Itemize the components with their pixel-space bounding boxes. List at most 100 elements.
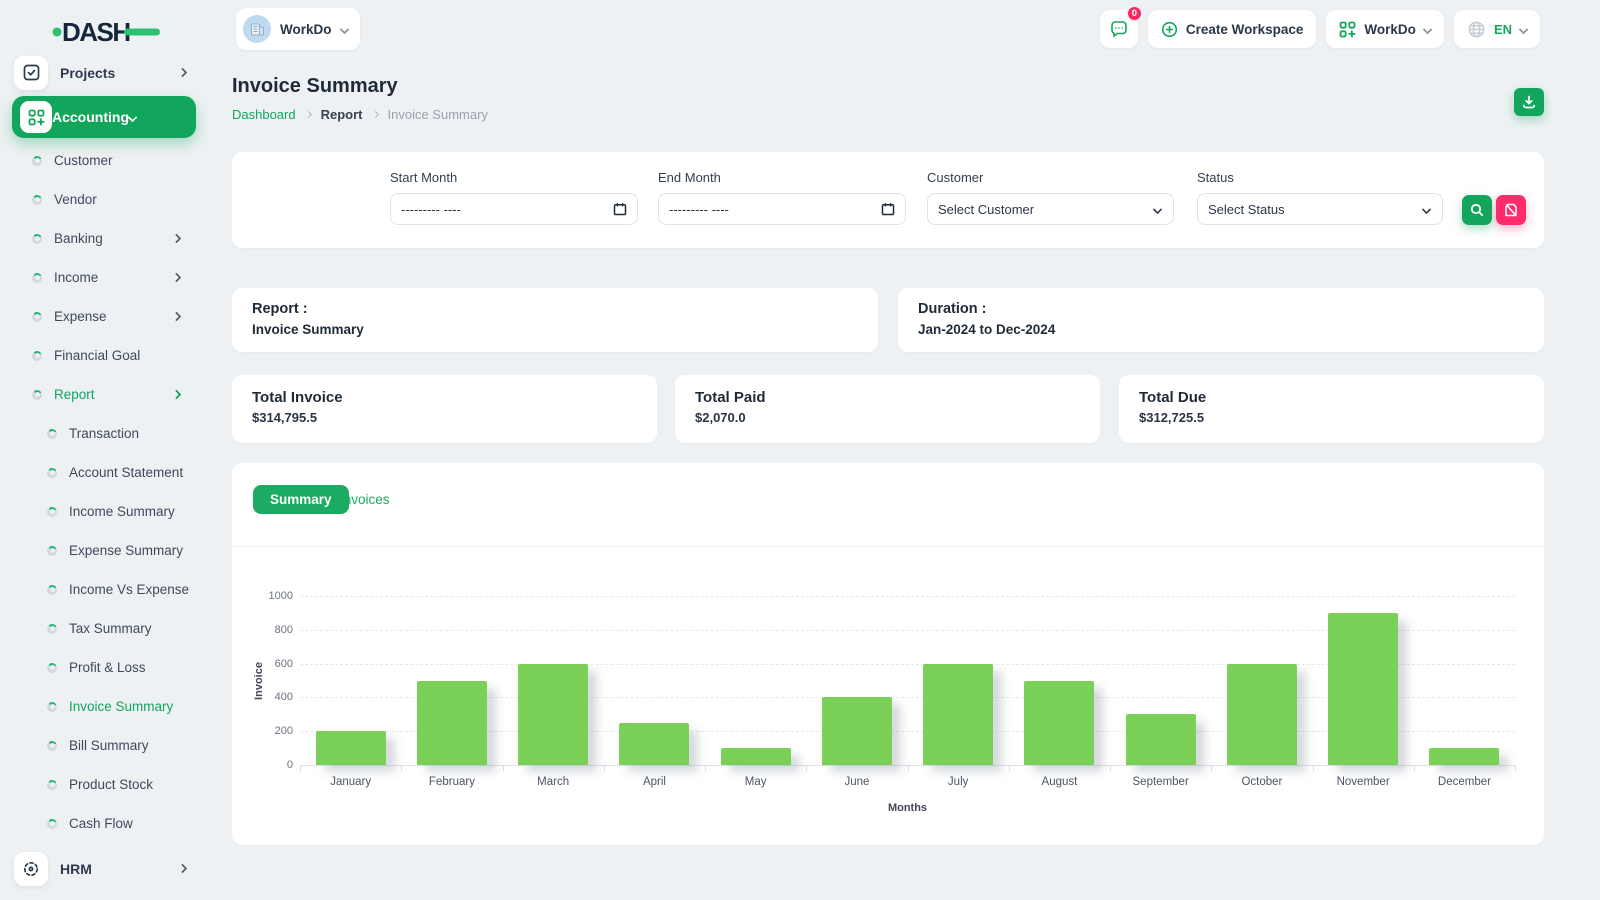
topbar: WorkDo 0 Create Workspace WorkDo EN	[208, 0, 1600, 58]
total-card-title: Total Invoice	[252, 389, 343, 406]
start-month-value: --------- ----	[401, 201, 461, 217]
status-label: Status	[1197, 170, 1234, 185]
start-month-input[interactable]: --------- ----	[390, 193, 638, 225]
sidebar-item-account-statement[interactable]: Account Statement	[0, 453, 208, 492]
messages-button[interactable]: 0	[1099, 5, 1143, 48]
duration-info-card: Duration : Jan-2024 to Dec-2024	[898, 288, 1544, 352]
filter-card: Start Month --------- ---- End Month ---…	[232, 152, 1544, 248]
calendar-icon	[881, 203, 895, 216]
x-tick-label: February	[428, 776, 475, 788]
x-tick-label: October	[1241, 776, 1283, 788]
bar-june[interactable]	[821, 697, 892, 765]
chevron-down-icon	[1421, 204, 1432, 214]
bar-may[interactable]	[720, 748, 791, 765]
calendar-icon	[613, 203, 627, 216]
workdo-menu-label: WorkDo	[1364, 21, 1416, 37]
total-card-total-due: Total Due $312,725.5	[1119, 375, 1544, 443]
x-tick-label: January	[330, 776, 372, 788]
sidebar-item-invoice-summary[interactable]: Invoice Summary	[0, 687, 208, 726]
axis-tick	[401, 765, 403, 771]
sidebar-item-vendor[interactable]: Vendor	[0, 180, 208, 219]
axis-tick	[1110, 765, 1111, 771]
status-selected-value: Select Status	[1208, 201, 1285, 217]
end-month-value: --------- ----	[669, 201, 729, 217]
customer-select[interactable]: Select Customer	[927, 193, 1174, 225]
workdo-menu-button[interactable]: WorkDo	[1326, 10, 1444, 48]
axis-tick	[603, 765, 605, 771]
sidebar-item-financial-goal[interactable]: Financial Goal	[0, 336, 208, 375]
sidebar-item-income-summary[interactable]: Income Summary	[0, 492, 208, 531]
customer-selected-value: Select Customer	[938, 201, 1035, 217]
bar-march[interactable]	[518, 663, 589, 765]
axis-tick	[1515, 765, 1516, 771]
report-submenu: Transaction Account Statement Income Summa…	[0, 414, 208, 843]
total-card-value: $2,070.0	[695, 410, 746, 425]
breadcrumb-separator-icon	[371, 110, 379, 119]
total-card-total-invoice: Total Invoice $314,795.5	[232, 375, 657, 443]
sidebar-item-tax-summary[interactable]: Tax Summary	[0, 609, 208, 648]
sidebar-item-report[interactable]: Report	[0, 375, 208, 414]
sidebar-item-expense[interactable]: Expense	[0, 297, 208, 336]
dash-logo[interactable]: DASH	[52, 13, 162, 49]
sidebar-item-projects[interactable]: Projects	[0, 53, 208, 92]
bullet-icon	[47, 428, 57, 439]
search-button[interactable]	[1462, 195, 1492, 225]
sidebar-item-label: Tax Summary	[69, 621, 152, 636]
bar-september[interactable]	[1125, 714, 1196, 765]
sidebar-item-bill-summary[interactable]: Bill Summary	[0, 726, 208, 765]
sidebar-item-accounting[interactable]: Accounting	[12, 96, 196, 138]
accounting-submenu: Customer Vendor Banking Income Expense Financ…	[0, 141, 208, 414]
sidebar: DASH Projects Accounting Customer Vendor B…	[0, 0, 208, 900]
report-value: Invoice Summary	[252, 322, 364, 337]
workspace-selector[interactable]: WorkDo	[236, 8, 360, 50]
breadcrumb-item-dashboard[interactable]: Dashboard	[232, 107, 296, 122]
end-month-input[interactable]: --------- ----	[658, 193, 906, 225]
bar-october[interactable]	[1226, 663, 1297, 765]
sidebar-item-label: Vendor	[54, 192, 97, 207]
sidebar-item-expense-summary[interactable]: Expense Summary	[0, 531, 208, 570]
bar-july[interactable]	[923, 663, 994, 765]
x-tick-label: June	[844, 776, 870, 788]
sidebar-item-cash-flow[interactable]: Cash Flow	[0, 804, 208, 843]
breadcrumb-item-report[interactable]: Report	[321, 107, 363, 122]
sidebar-item-product-stock[interactable]: Product Stock	[0, 765, 208, 804]
language-selector[interactable]: EN	[1453, 10, 1540, 48]
axis-tick	[907, 765, 909, 771]
x-tick-label: August	[1041, 776, 1078, 788]
bar-april[interactable]	[619, 722, 690, 766]
tab-invoices[interactable]: Invoices	[340, 485, 390, 514]
download-button[interactable]	[1514, 88, 1544, 116]
bar-february[interactable]	[416, 680, 487, 765]
create-workspace-button[interactable]: Create Workspace	[1147, 10, 1317, 48]
bullet-icon	[47, 623, 57, 634]
bar-november[interactable]	[1328, 612, 1399, 765]
sidebar-item-transaction[interactable]: Transaction	[0, 414, 208, 453]
workspace-avatar	[243, 15, 271, 43]
duration-value: Jan-2024 to Dec-2024	[918, 322, 1056, 337]
sidebar-item-income[interactable]: Income	[0, 258, 208, 297]
sidebar-item-label: Customer	[54, 153, 113, 168]
chevron-down-icon	[339, 24, 349, 34]
chevron-down-icon	[1152, 204, 1163, 214]
sidebar-item-banking[interactable]: Banking	[0, 219, 208, 258]
total-card-value: $312,725.5	[1139, 410, 1205, 425]
sidebar-item-customer[interactable]: Customer	[0, 141, 208, 180]
sidebar-item-hrm[interactable]: HRM	[0, 849, 208, 888]
bullet-icon	[47, 740, 57, 751]
sidebar-item-label: Bill Summary	[69, 738, 149, 753]
sidebar-item-income-vs-expense[interactable]: Income Vs Expense	[0, 570, 208, 609]
x-tick-label: September	[1132, 776, 1189, 788]
reset-filter-button[interactable]	[1496, 195, 1526, 225]
status-select[interactable]: Select Status	[1197, 193, 1443, 225]
bar-january[interactable]	[315, 731, 386, 765]
chat-icon	[1111, 21, 1127, 38]
bullet-icon	[47, 701, 57, 712]
tab-summary[interactable]: Summary	[253, 485, 349, 514]
sidebar-item-label: Invoice Summary	[69, 699, 174, 714]
sidebar-item-profit-loss[interactable]: Profit & Loss	[0, 648, 208, 687]
bar-december[interactable]	[1429, 748, 1500, 765]
sidebar-item-label: Projects	[60, 64, 116, 81]
bullet-icon	[32, 233, 42, 244]
bar-august[interactable]	[1024, 680, 1095, 765]
axis-tick	[502, 765, 504, 771]
